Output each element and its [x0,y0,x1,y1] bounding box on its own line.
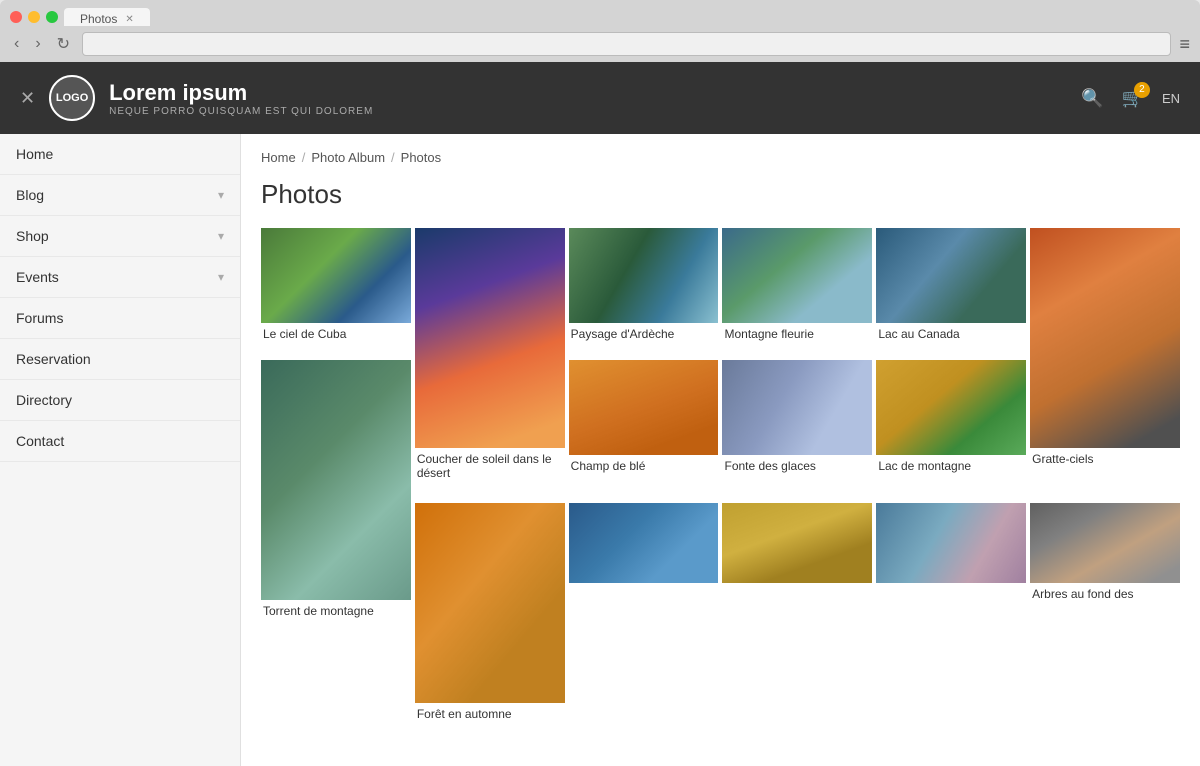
browser-chrome: Photos ✕ ‹ › ↻ ≡ [0,0,1200,62]
sidebar-item-forums[interactable]: Forums [0,298,240,339]
browser-toolbar: ‹ › ↻ ≡ [10,32,1190,62]
breadcrumb-sep: / [302,150,306,165]
photo-item[interactable] [569,503,719,583]
photo-item[interactable]: Lac au Canada [876,228,1026,349]
main-layout: Home Blog ▾ Shop ▾ Events ▾ Forums Reser… [0,134,1200,766]
brand-subtitle: NEQUE PORRO QUISQUAM EST QUI DOLOREM [109,106,373,117]
photo-item[interactable]: Arbres au fond des [1030,503,1180,609]
breadcrumb-sep: / [391,150,395,165]
photo-item[interactable] [722,503,872,583]
sidebar-item-home[interactable]: Home [0,134,240,175]
header-close-button[interactable]: ✕ [20,88,35,109]
sidebar-item-label: Reservation [16,351,91,367]
chevron-down-icon: ▾ [218,270,224,284]
cart-badge: 2 [1134,82,1150,98]
photo-caption: Torrent de montagne [261,600,411,626]
page-wrapper: ✕ LOGO Lorem ipsum NEQUE PORRO QUISQUAM … [0,62,1200,766]
maximize-dot[interactable] [46,11,58,23]
photo-grid: Le ciel de Cuba Coucher de soleil dans l… [261,228,1180,746]
photo-item[interactable]: Montagne fleurie [722,228,872,349]
browser-tab[interactable]: Photos ✕ [64,8,150,26]
photo-caption: Champ de blé [569,455,719,481]
main-content: Home / Photo Album / Photos Photos Le ci… [241,134,1200,766]
breadcrumb-album[interactable]: Photo Album [311,150,385,165]
photo-caption: Fonte des glaces [722,455,872,481]
photo-item[interactable]: Fonte des glaces [722,360,872,481]
page-title: Photos [261,179,1180,210]
minimize-dot[interactable] [28,11,40,23]
site-header: ✕ LOGO Lorem ipsum NEQUE PORRO QUISQUAM … [0,62,1200,134]
browser-menu-button[interactable]: ≡ [1179,34,1190,55]
back-button[interactable]: ‹ [10,33,23,55]
sidebar-item-label: Shop [16,228,49,244]
breadcrumb: Home / Photo Album / Photos [261,150,1180,165]
photo-item[interactable]: Champ de blé [569,360,719,481]
photo-caption: Montagne fleurie [722,323,872,349]
sidebar-item-label: Blog [16,187,44,203]
sidebar-item-contact[interactable]: Contact [0,421,240,462]
reload-button[interactable]: ↻ [53,32,74,56]
sidebar-item-reservation[interactable]: Reservation [0,339,240,380]
sidebar-item-label: Home [16,146,53,162]
brand-title: Lorem ipsum [109,80,373,106]
sidebar-item-label: Contact [16,433,64,449]
cart-wrapper[interactable]: 🛒 2 [1122,88,1144,109]
photo-item[interactable]: Le ciel de Cuba [261,228,411,349]
sidebar: Home Blog ▾ Shop ▾ Events ▾ Forums Reser… [0,134,241,766]
header-left: ✕ LOGO Lorem ipsum NEQUE PORRO QUISQUAM … [20,75,373,121]
forward-button[interactable]: › [31,33,44,55]
breadcrumb-home[interactable]: Home [261,150,296,165]
photo-item[interactable] [876,503,1026,583]
tab-close-button[interactable]: ✕ [125,14,133,25]
photo-caption: Lac au Canada [876,323,1026,349]
browser-dots: Photos ✕ [10,8,1190,26]
photo-caption: Paysage d'Ardèche [569,323,719,349]
photo-caption: Forêt en automne [415,703,565,729]
photo-caption: Le ciel de Cuba [261,323,411,349]
tab-title: Photos [80,12,117,26]
search-button[interactable]: 🔍 [1081,88,1103,109]
sidebar-item-directory[interactable]: Directory [0,380,240,421]
sidebar-item-shop[interactable]: Shop ▾ [0,216,240,257]
logo: LOGO [49,75,95,121]
breadcrumb-current: Photos [401,150,441,165]
photo-item[interactable]: Gratte-ciels [1030,228,1180,474]
chevron-down-icon: ▾ [218,229,224,243]
address-bar[interactable] [82,32,1171,56]
chevron-down-icon: ▾ [218,188,224,202]
sidebar-item-label: Forums [16,310,63,326]
close-dot[interactable] [10,11,22,23]
header-brand: Lorem ipsum NEQUE PORRO QUISQUAM EST QUI… [109,80,373,117]
sidebar-item-label: Directory [16,392,72,408]
sidebar-item-blog[interactable]: Blog ▾ [0,175,240,216]
photo-item[interactable]: Lac de montagne [876,360,1026,481]
photo-caption: Arbres au fond des [1030,583,1180,609]
photo-caption: Lac de montagne [876,455,1026,481]
photo-item[interactable]: Coucher de soleil dans le désert [415,228,565,488]
photo-item[interactable]: Torrent de montagne [261,360,411,626]
photo-item[interactable]: Forêt en automne [415,503,565,729]
sidebar-item-label: Events [16,269,59,285]
language-button[interactable]: EN [1162,91,1180,106]
header-right: 🔍 🛒 2 EN [1081,88,1180,109]
photo-caption: Gratte-ciels [1030,448,1180,474]
photo-item[interactable]: Paysage d'Ardèche [569,228,719,349]
sidebar-item-events[interactable]: Events ▾ [0,257,240,298]
photo-caption: Coucher de soleil dans le désert [415,448,565,488]
